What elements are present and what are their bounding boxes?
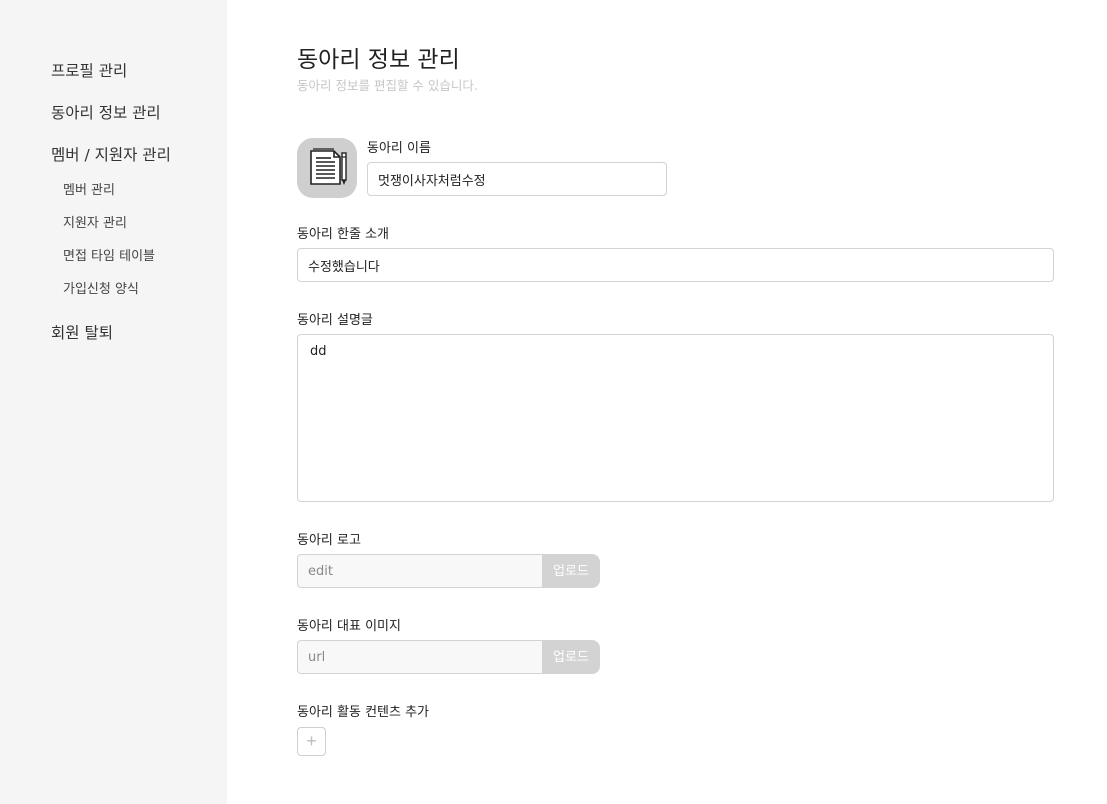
- plus-icon: +: [306, 731, 317, 751]
- activity-content-label: 동아리 활동 컨텐츠 추가: [297, 705, 429, 720]
- page-title: 동아리 정보 관리: [297, 47, 460, 73]
- description-label: 동아리 설명글: [297, 313, 373, 328]
- sidebar-item-profile[interactable]: 프로필 관리: [51, 58, 227, 100]
- sidebar-submenu: 멤버 관리 지원자 관리 면접 타임 테이블 가입신청 양식: [51, 180, 227, 312]
- representative-image-upload-button[interactable]: 업로드: [542, 640, 600, 674]
- main-content: 동아리 정보 관리 동아리 정보를 편집할 수 있습니다. 동아리 이름 멋쟁이…: [227, 0, 1107, 804]
- app-layout: 프로필 관리 동아리 정보 관리 멤버 / 지원자 관리 멤버 관리 지원자 관…: [0, 0, 1107, 804]
- sidebar-subitem-applicants[interactable]: 지원자 관리: [51, 213, 227, 246]
- representative-image-label: 동아리 대표 이미지: [297, 619, 401, 634]
- representative-image-upload-group: 업로드: [297, 640, 600, 674]
- one-line-intro-label: 동아리 한줄 소개: [297, 227, 389, 242]
- representative-image-url-input[interactable]: [297, 640, 542, 674]
- sidebar-subitem-application-form[interactable]: 가입신청 양식: [51, 279, 227, 312]
- one-line-intro-input[interactable]: [297, 248, 1054, 282]
- club-name-label: 동아리 이름: [367, 141, 431, 156]
- sidebar-item-club-info[interactable]: 동아리 정보 관리: [51, 100, 227, 142]
- club-logo-preview[interactable]: [297, 138, 357, 198]
- description-textarea[interactable]: dd: [297, 334, 1054, 502]
- page-subtitle: 동아리 정보를 편집할 수 있습니다.: [297, 78, 478, 93]
- club-logo-label: 동아리 로고: [297, 533, 361, 548]
- document-pen-icon: [305, 144, 349, 192]
- sidebar-subitem-interview-timetable[interactable]: 면접 타임 테이블: [51, 246, 227, 279]
- sidebar-item-withdraw[interactable]: 회원 탈퇴: [51, 320, 227, 362]
- add-activity-content-button[interactable]: +: [297, 727, 326, 756]
- sidebar-subitem-members[interactable]: 멤버 관리: [51, 180, 227, 213]
- sidebar-item-member-applicant[interactable]: 멤버 / 지원자 관리: [51, 142, 227, 184]
- club-logo-upload-button[interactable]: 업로드: [542, 554, 600, 588]
- club-logo-url-input[interactable]: [297, 554, 542, 588]
- club-name-input[interactable]: [367, 162, 667, 196]
- sidebar: 프로필 관리 동아리 정보 관리 멤버 / 지원자 관리 멤버 관리 지원자 관…: [0, 0, 227, 804]
- club-logo-upload-group: 업로드: [297, 554, 600, 588]
